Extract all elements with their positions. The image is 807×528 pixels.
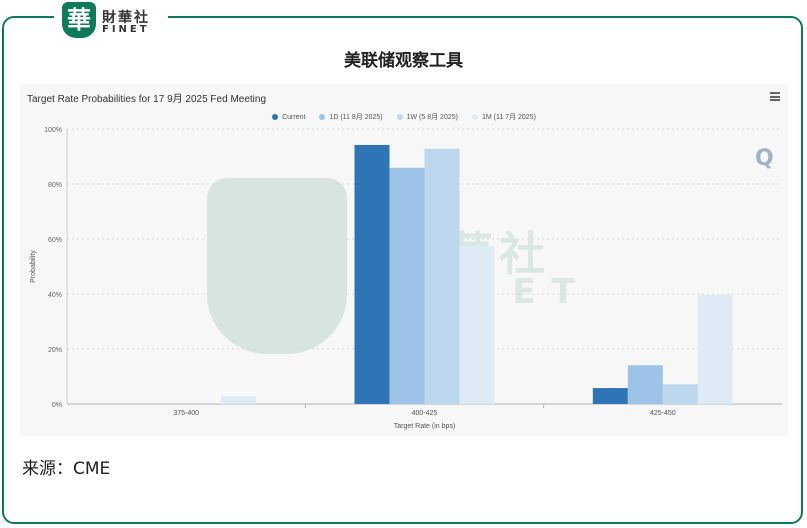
bar-chart: 0% 20% 40% 60% 80% 100% 375-400 400-425 425-450 T… bbox=[30, 127, 782, 430]
y-tick-label: 60% bbox=[48, 237, 62, 244]
y-tick-label: 40% bbox=[48, 292, 62, 299]
x-axis-title: Target Rate (in bps) bbox=[394, 423, 455, 430]
y-axis-title: Probability bbox=[30, 250, 37, 283]
y-tick-label: 0% bbox=[52, 402, 62, 409]
bar bbox=[389, 167, 425, 404]
bar bbox=[627, 365, 663, 404]
bar bbox=[354, 144, 390, 404]
x-tick-label: 375-400 bbox=[173, 410, 199, 417]
x-tick-label: 425-450 bbox=[650, 410, 676, 417]
bar bbox=[697, 294, 733, 404]
x-tick-label: 400-425 bbox=[412, 410, 438, 417]
bar bbox=[424, 148, 460, 404]
y-tick-label: 100% bbox=[44, 127, 62, 134]
bar bbox=[459, 246, 495, 404]
source-label: 来源：CME bbox=[22, 459, 111, 479]
y-tick-label: 20% bbox=[48, 347, 62, 354]
bar bbox=[221, 396, 257, 404]
y-tick-label: 80% bbox=[48, 182, 62, 189]
bar bbox=[662, 384, 698, 404]
bar bbox=[592, 388, 628, 404]
